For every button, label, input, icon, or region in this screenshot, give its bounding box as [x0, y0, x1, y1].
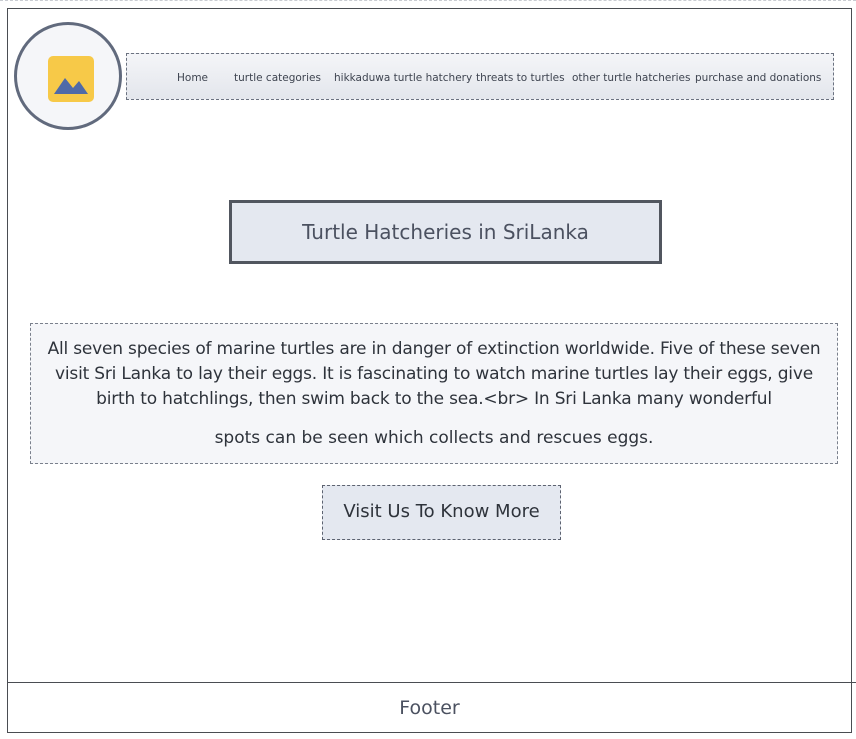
nav-item-home[interactable]: Home	[177, 54, 208, 98]
nav-item-other-turtle-hatcheries[interactable]: other turtle hatcheries	[572, 54, 691, 98]
logo[interactable]	[14, 22, 122, 130]
page-title: Turtle Hatcheries in SriLanka	[229, 200, 662, 264]
description-tail: spots can be seen which collects and res…	[214, 428, 654, 448]
nav-item-threats-to-turtles[interactable]: threats to turtles	[476, 54, 565, 98]
nav-item-hikkaduwa-turtle-hatchery[interactable]: hikkaduwa turtle hatchery	[334, 54, 472, 98]
navbar: Home turtle categories hikkaduwa turtle …	[126, 53, 834, 100]
description-box: All seven species of marine turtles are …	[30, 323, 838, 464]
nav-item-turtle-categories[interactable]: turtle categories	[234, 54, 321, 98]
image-placeholder-icon	[48, 56, 94, 102]
nav-item-purchase-and-donations[interactable]: purchase and donations	[695, 54, 821, 98]
description-text: All seven species of marine turtles are …	[47, 339, 821, 409]
footer-divider-tick	[852, 682, 856, 683]
visit-us-button[interactable]: Visit Us To Know More	[322, 485, 561, 540]
top-divider	[0, 0, 856, 1]
footer: Footer	[7, 682, 852, 733]
